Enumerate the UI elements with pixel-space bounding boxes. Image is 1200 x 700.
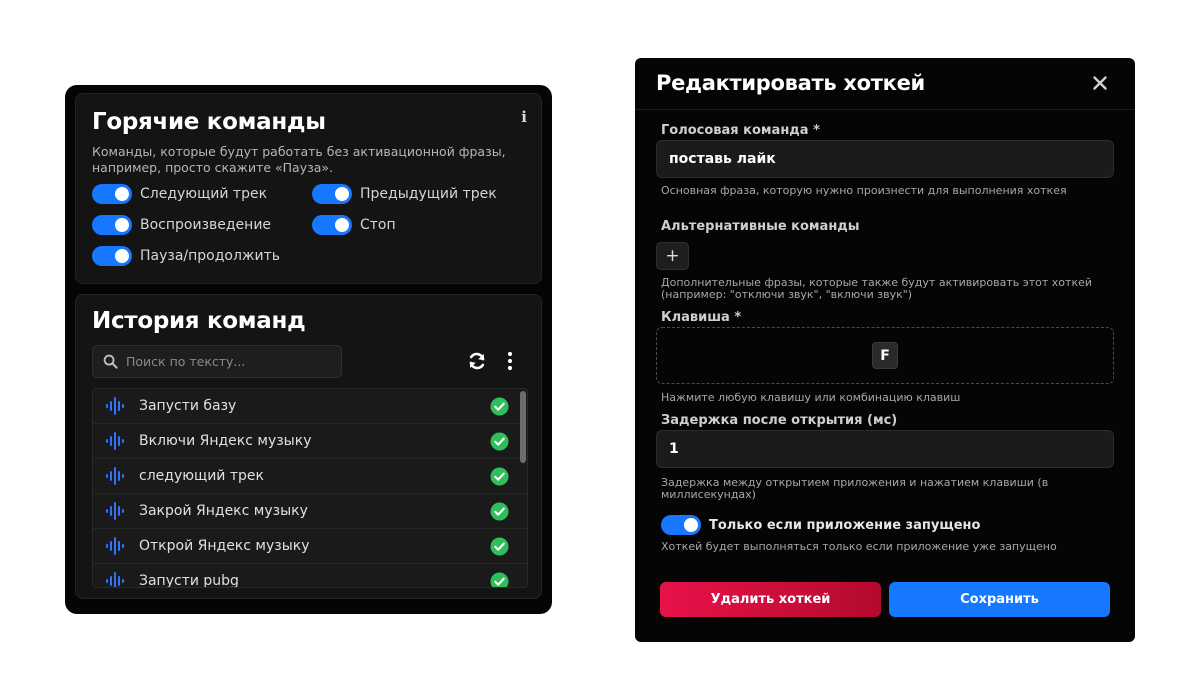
info-icon[interactable]: i [521,108,527,126]
voice-command-hint: Основная фраза, которую нужно произнести… [661,184,1067,197]
list-item[interactable]: Запусти базу [93,389,527,424]
delay-input[interactable] [656,430,1114,468]
success-check-icon [490,467,509,486]
toggle-label: Воспроизведение [140,217,272,233]
voice-wave-icon [106,502,124,520]
command-text: следующий трек [139,468,264,484]
search-input[interactable] [126,354,326,369]
command-text: Включи Яндекс музыку [139,433,312,449]
toggle-switch[interactable] [92,215,132,235]
only-if-running-toggle[interactable] [661,515,701,535]
command-text: Запусти базу [139,398,237,414]
history-list[interactable]: Запусти базу Включи Яндекс музыку следую… [92,388,528,588]
toggle-label: Предыдущий трек [360,186,497,202]
only-if-running-hint: Хоткей будет выполняться только если при… [661,540,1057,553]
toggle-pause-resume[interactable]: Пауза/продолжить [92,246,280,266]
delete-hotkey-button[interactable]: Удалить хоткей [660,582,881,617]
toggle-switch[interactable] [312,184,352,204]
modal-title: Редактировать хоткей [656,71,925,95]
key-hint: Нажмите любую клавишу или комбинацию кла… [661,391,961,404]
voice-wave-icon [106,432,124,450]
success-check-icon [490,537,509,556]
command-text: Запусти pubg [139,573,239,588]
success-check-icon [490,572,509,587]
hot-commands-title: Горячие команды [92,109,326,135]
add-alt-command-button[interactable]: + [656,242,689,270]
key-label: Клавиша * [661,310,742,325]
alt-commands-hint: Дополнительные фразы, которые также буду… [661,276,1093,301]
save-button[interactable]: Сохранить [889,582,1110,617]
only-if-running-label: Только если приложение запущено [709,518,981,533]
key-capture-zone[interactable]: F [656,327,1114,384]
command-text: Открой Яндекс музыку [139,538,310,554]
toggle-switch[interactable] [92,184,132,204]
list-item[interactable]: Запусти pubg [93,564,527,588]
success-check-icon [490,432,509,451]
search-icon [103,354,118,369]
list-item[interactable]: Открой Яндекс музыку [93,529,527,564]
delay-label: Задержка после открытия (мс) [661,413,898,428]
success-check-icon [490,502,509,521]
voice-wave-icon [106,397,124,415]
list-item[interactable]: Включи Яндекс музыку [93,424,527,459]
command-text: Закрой Яндекс музыку [139,503,308,519]
toggle-label: Пауза/продолжить [140,248,281,264]
toggle-label: Стоп [360,217,396,233]
voice-wave-icon [106,537,124,555]
hot-commands-description: Команды, которые будут работать без акти… [92,144,506,175]
delay-hint: Задержка между открытием приложения и на… [661,476,1049,501]
list-scrollbar[interactable] [520,391,526,463]
success-check-icon [490,397,509,416]
toggle-play[interactable]: Воспроизведение [92,215,271,235]
hotkeys-card: Горячие команды i Команды, которые будут… [65,85,552,614]
search-box[interactable] [92,345,342,378]
history-panel: История команд Поиск по тексту... Запуст… [75,294,542,599]
hot-commands-panel: Горячие команды i Команды, которые будут… [75,93,542,284]
key-cap: F [872,342,898,369]
alt-commands-label: Альтернативные команды [661,219,860,234]
more-vertical-icon[interactable] [506,351,514,371]
history-toolbar [92,345,525,379]
modal-header: Редактировать хоткей [635,58,1135,110]
list-item[interactable]: Закрой Яндекс музыку [93,494,527,529]
voice-command-input[interactable] [656,140,1114,178]
voice-wave-icon [106,572,124,587]
hot-commands-toggles: Следующий трек Предыдущий трек Воспроизв… [92,184,525,284]
toggle-switch[interactable] [312,215,352,235]
refresh-icon[interactable] [467,351,487,371]
list-item[interactable]: следующий трек [93,459,527,494]
history-title: История команд [92,308,306,334]
toggle-next-track[interactable]: Следующий трек [92,184,267,204]
toggle-label: Следующий трек [140,186,268,202]
edit-hotkey-modal: Редактировать хоткей Голосовая команда *… [635,58,1135,642]
voice-wave-icon [106,467,124,485]
close-icon[interactable] [1093,76,1107,90]
toggle-stop[interactable]: Стоп [312,215,396,235]
toggle-prev-track[interactable]: Предыдущий трек [312,184,497,204]
voice-command-label: Голосовая команда * [661,123,820,138]
toggle-switch[interactable] [92,246,132,266]
